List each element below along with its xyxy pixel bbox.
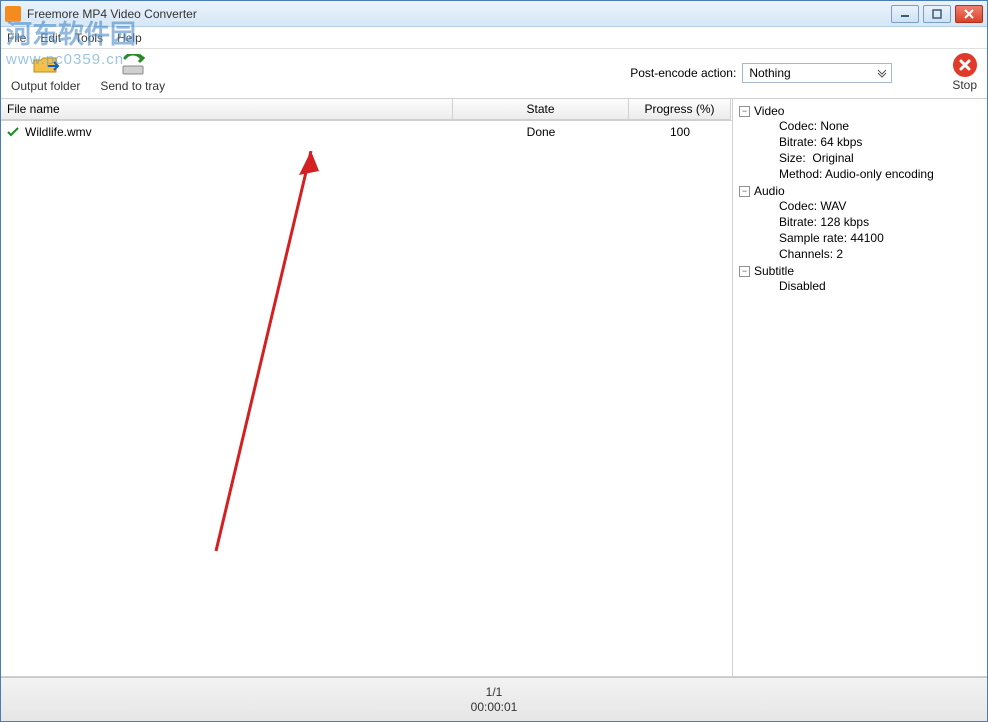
send-to-tray-button[interactable]: Send to tray [100, 52, 165, 93]
col-state[interactable]: State [453, 99, 629, 120]
check-icon [7, 126, 19, 138]
tray-icon [119, 52, 147, 78]
post-encode-value: Nothing [749, 66, 790, 80]
column-headers: File name State Progress (%) [1, 99, 732, 121]
app-window: Freemore MP4 Video Converter File Edit T… [0, 0, 988, 722]
stop-button[interactable]: Stop [952, 53, 977, 92]
titlebar: Freemore MP4 Video Converter [1, 1, 987, 27]
table-row[interactable]: Wildlife.wmv Done 100 [1, 121, 732, 143]
chevron-down-icon [877, 68, 887, 78]
app-icon [5, 6, 21, 22]
file-name-cell: Wildlife.wmv [25, 125, 92, 139]
tree-leaf[interactable]: Bitrate: 128 kbps [759, 214, 981, 230]
tree-leaf[interactable]: Size: Original [759, 150, 981, 166]
toolbar: Output folder Send to tray Post-encode a… [1, 49, 987, 99]
file-rows: Wildlife.wmv Done 100 [1, 121, 732, 676]
output-folder-button[interactable]: Output folder [11, 52, 80, 93]
tree-leaf[interactable]: Codec: None [759, 118, 981, 134]
tree-leaf[interactable]: Sample rate: 44100 [759, 230, 981, 246]
tree-node-subtitle[interactable]: − Subtitle [739, 264, 981, 278]
tree-node-video[interactable]: − Video [739, 104, 981, 118]
minimize-icon [900, 9, 910, 19]
menubar: File Edit Tools Help [1, 27, 987, 49]
status-count: 1/1 [486, 685, 503, 699]
window-controls [891, 5, 983, 23]
close-button[interactable] [955, 5, 983, 23]
properties-tree: − Video Codec: None Bitrate: 64 kbps Siz… [739, 103, 981, 295]
statusbar: 1/1 00:00:01 [1, 677, 987, 721]
post-encode-select[interactable]: Nothing [742, 63, 892, 83]
collapse-icon[interactable]: − [739, 186, 750, 197]
status-time: 00:00:01 [471, 700, 518, 714]
minimize-button[interactable] [891, 5, 919, 23]
close-icon [964, 9, 974, 19]
annotation-arrow [181, 151, 361, 581]
send-to-tray-label: Send to tray [100, 79, 165, 93]
menu-file[interactable]: File [7, 31, 26, 45]
collapse-icon[interactable]: − [739, 106, 750, 117]
window-title: Freemore MP4 Video Converter [27, 7, 891, 21]
post-encode-label: Post-encode action: [630, 66, 736, 80]
maximize-button[interactable] [923, 5, 951, 23]
state-cell: Done [527, 125, 556, 139]
tree-leaf[interactable]: Bitrate: 64 kbps [759, 134, 981, 150]
col-file-name[interactable]: File name [1, 99, 453, 120]
properties-pane: − Video Codec: None Bitrate: 64 kbps Siz… [733, 99, 987, 676]
stop-label: Stop [952, 78, 977, 92]
tree-leaf[interactable]: Disabled [759, 278, 981, 294]
menu-edit[interactable]: Edit [40, 31, 61, 45]
maximize-icon [932, 9, 942, 19]
file-list-pane: File name State Progress (%) Wildlife.wm… [1, 99, 733, 676]
menu-help[interactable]: Help [117, 31, 142, 45]
col-progress[interactable]: Progress (%) [629, 99, 731, 120]
folder-arrow-icon [32, 52, 60, 78]
tree-leaf[interactable]: Channels: 2 [759, 246, 981, 262]
menu-tools[interactable]: Tools [75, 31, 103, 45]
main-area: File name State Progress (%) Wildlife.wm… [1, 99, 987, 677]
progress-cell: 100 [670, 125, 690, 139]
collapse-icon[interactable]: − [739, 266, 750, 277]
stop-x-icon [953, 53, 977, 77]
tree-node-audio[interactable]: − Audio [739, 184, 981, 198]
tree-leaf[interactable]: Codec: WAV [759, 198, 981, 214]
output-folder-label: Output folder [11, 79, 80, 93]
tree-leaf[interactable]: Method: Audio-only encoding [759, 166, 981, 182]
post-encode-group: Post-encode action: Nothing [630, 63, 892, 83]
